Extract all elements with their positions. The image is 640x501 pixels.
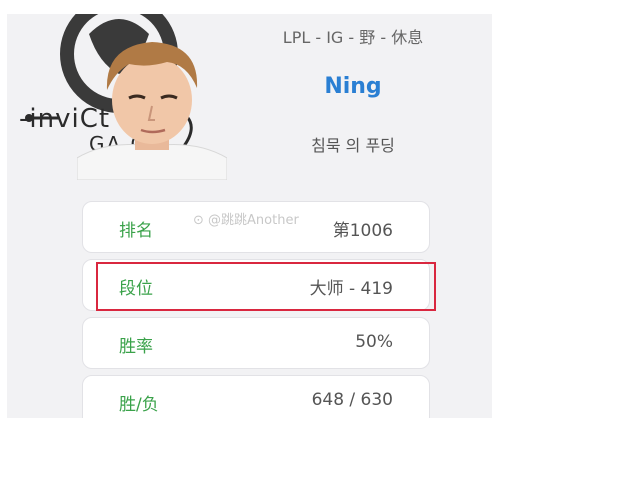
player-nickname: 침묵 의 푸딩: [311, 136, 395, 155]
stat-label: 胜/负: [119, 395, 159, 415]
player-photo: [77, 42, 227, 180]
stat-label: 胜率: [119, 337, 153, 357]
highlight-box: [96, 262, 436, 311]
player-name: Ning: [324, 74, 382, 99]
stat-row-win-loss: 胜/负 648 / 630: [82, 375, 430, 418]
player-profile-panel: -inviCt GA G LPL - IG - 野 - 休息 Ning 침묵 의…: [7, 14, 492, 418]
stat-label: 排名: [119, 221, 153, 241]
watermark: ⊙ @跳跳Another: [193, 213, 299, 228]
stat-value: 50%: [355, 332, 393, 352]
stat-value: 第1006: [332, 221, 393, 241]
stat-row-winrate: 胜率 50%: [82, 317, 430, 369]
stat-value: 648 / 630: [311, 390, 393, 410]
player-meta: LPL - IG - 野 - 休息: [282, 28, 424, 47]
